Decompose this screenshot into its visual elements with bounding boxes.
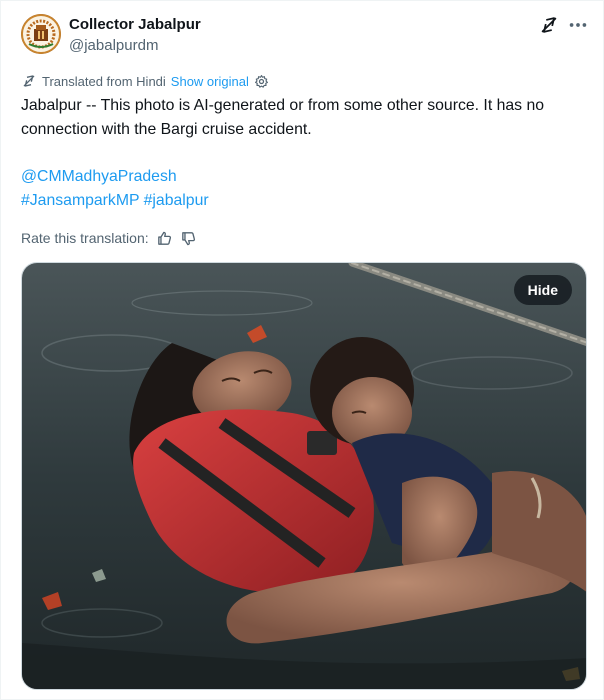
- thumbs-down-icon[interactable]: [180, 230, 197, 247]
- translate-icon: [23, 75, 35, 87]
- gear-icon[interactable]: [254, 74, 269, 89]
- photo-image: [22, 263, 586, 689]
- more-horizontal-icon[interactable]: [567, 14, 589, 36]
- author-name[interactable]: Collector Jabalpur: [69, 16, 201, 33]
- tweet-photo[interactable]: Hide: [21, 262, 587, 690]
- hashtag-line: #JansamparkMP #jabalpur: [21, 189, 209, 213]
- avatar[interactable]: [21, 14, 61, 54]
- thumbs-up-icon[interactable]: [156, 230, 173, 247]
- show-original-link[interactable]: Show original: [171, 74, 249, 89]
- translated-from-label: Translated from Hindi: [42, 73, 166, 89]
- hashtag-link[interactable]: #jabalpur: [144, 192, 209, 209]
- hashtag-link[interactable]: #JansamparkMP: [21, 192, 139, 209]
- grok-icon[interactable]: [538, 14, 560, 36]
- translation-bar: Translated from Hindi Show original: [21, 72, 269, 90]
- tweet-text: Jabalpur -- This photo is AI-generated o…: [21, 97, 545, 138]
- tweet-card: Collector Jabalpur @jabalpurdm Translate…: [0, 0, 604, 700]
- hide-media-button[interactable]: Hide: [513, 275, 572, 305]
- rate-label: Rate this translation:: [21, 230, 149, 246]
- author-handle[interactable]: @jabalpurdm: [69, 37, 158, 54]
- mention-link[interactable]: @CMMadhyaPradesh: [21, 168, 177, 185]
- rate-translation: Rate this translation:: [21, 228, 197, 248]
- emblem-logo-icon: [21, 14, 61, 54]
- mention-line: @CMMadhyaPradesh: [21, 165, 177, 189]
